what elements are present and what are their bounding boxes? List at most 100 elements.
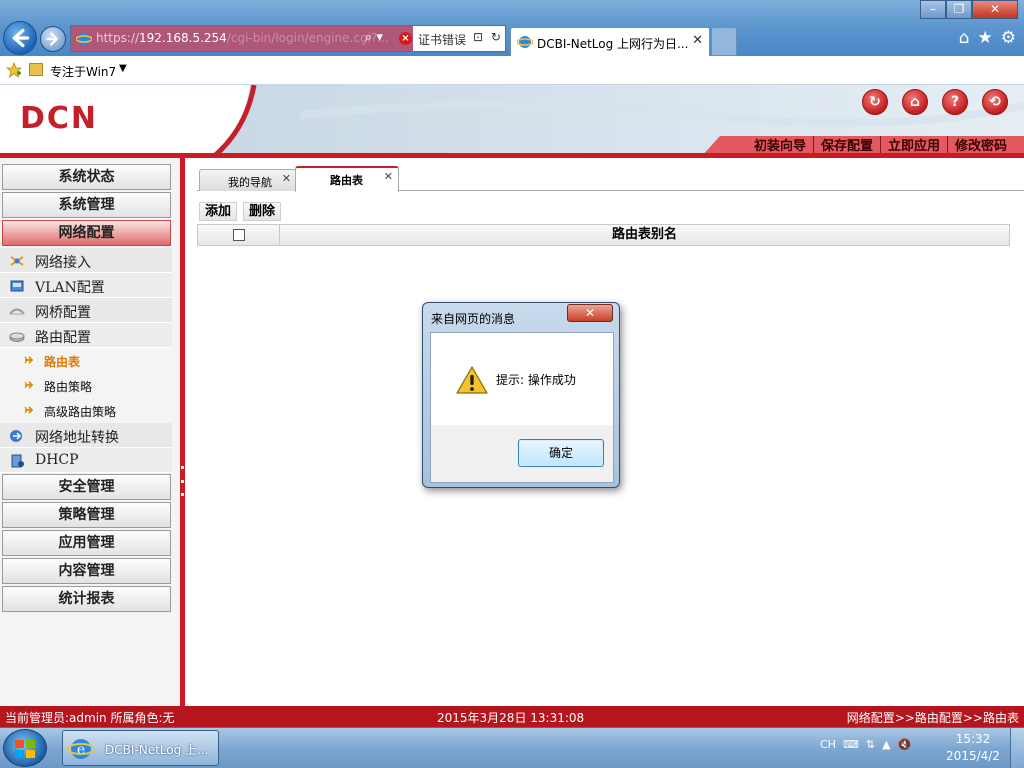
minimize-button[interactable]: – (920, 0, 946, 19)
dialog-message-area: 提示: 操作成功 (431, 333, 613, 425)
maximize-button[interactable]: ❐ (946, 0, 972, 19)
sidebar-security-management[interactable]: 安全管理 (2, 474, 171, 500)
vlan-icon (10, 280, 24, 292)
sidebar-leaf-route-policy[interactable]: 路由策略 (0, 373, 172, 398)
sidebar-item-nat[interactable]: 网络地址转换 (0, 423, 172, 448)
sidebar-item-label: 网络地址转换 (35, 430, 119, 446)
app-header: DCN ↻ ⌂ ? ⟲ 初装向导 保存配置 立即应用 修改密码 (0, 85, 1024, 158)
status-datetime: 2015年3月28日 13:31:08 (437, 711, 585, 725)
favorites-star-icon[interactable]: ★ (978, 28, 993, 48)
sidebar-item-routing[interactable]: 路由配置 (0, 323, 172, 348)
table-toolbar: 添加 删除 (199, 202, 282, 221)
delete-button[interactable]: 删除 (243, 202, 282, 221)
message-dialog: 来自网页的消息 ✕ 提示: 操作成功 确定 (422, 302, 620, 488)
forward-button[interactable] (40, 26, 66, 52)
windows-logo-icon (15, 740, 35, 758)
select-all-cell (198, 225, 280, 245)
show-hidden-icons-icon[interactable]: ▲ (882, 738, 890, 751)
ok-button[interactable]: 确定 (518, 439, 604, 467)
sidebar-leaf-label: 路由策略 (44, 380, 93, 394)
close-icon[interactable]: ✕ (384, 170, 393, 183)
help-icon[interactable]: ? (942, 89, 968, 115)
clock[interactable]: 15:32 2015/4/2 (938, 731, 1008, 765)
window-controls: – ❐ ✕ (920, 0, 1018, 19)
arrow-right-icon (24, 406, 34, 414)
router-icon (9, 332, 25, 342)
arrow-right-icon (46, 32, 58, 46)
logout-icon[interactable]: ⟲ (982, 89, 1008, 115)
url-host: 192.168.5.254 (139, 31, 227, 45)
breadcrumb: 网络配置>>路由配置>>路由表 (846, 711, 1019, 725)
browser-right-icons: ⌂ ★ ⚙ (959, 28, 1016, 48)
start-button[interactable] (3, 729, 47, 767)
sidebar-item-dhcp[interactable]: DHCP (0, 448, 172, 473)
favorites-item[interactable]: 专注于Win7 (50, 63, 116, 80)
browser-tab-title: DCBI-NetLog 上网行为日... (537, 37, 689, 51)
sidebar-item-label: 路由配置 (35, 330, 91, 346)
route-table-header: 路由表别名 (197, 224, 1010, 246)
system-tray: CH ⌨ ⇅ ▲ 🔇 (820, 738, 911, 751)
dialog-body: 提示: 操作成功 确定 (430, 332, 614, 483)
home-icon[interactable]: ⌂ (959, 28, 970, 48)
folder-icon (29, 63, 43, 76)
show-desktop-button[interactable] (1010, 728, 1024, 768)
bridge-icon (9, 308, 25, 315)
ie-page-icon: e (68, 739, 94, 759)
sidebar-system-status[interactable]: 系统状态 (2, 164, 171, 190)
sidebar-item-network-access[interactable]: 网络接入 (0, 248, 172, 273)
refresh-icon[interactable]: ↻ (862, 89, 888, 115)
new-tab-button[interactable] (711, 27, 737, 56)
gear-icon[interactable]: ⚙ (1001, 28, 1016, 48)
tab-route-table[interactable]: 路由表 ✕ (295, 166, 399, 192)
sidebar-leaf-advanced-route-policy[interactable]: 高级路由策略 (0, 398, 172, 423)
close-icon[interactable]: ✕ (282, 172, 291, 185)
address-bar[interactable]: https://192.168.5.254/cgi-bin/login/engi… (70, 25, 506, 52)
volume-muted-icon[interactable]: 🔇 (898, 738, 912, 751)
tab-my-navigation[interactable]: 我的导航 ✕ (199, 169, 297, 191)
network-icon[interactable]: ⇅ (866, 738, 875, 751)
search-icon[interactable]: ⌕ ▾ (365, 30, 391, 48)
sidebar-content-management[interactable]: 内容管理 (2, 558, 171, 584)
sidebar-policy-management[interactable]: 策略管理 (2, 502, 171, 528)
dcn-logo: DCN (20, 101, 99, 136)
splitter-handle[interactable] (181, 466, 184, 496)
add-button[interactable]: 添加 (199, 202, 238, 221)
tab-label: 我的导航 (228, 176, 272, 189)
taskbar-ie-window[interactable]: e DCBI-NetLog 上... (62, 730, 219, 766)
cert-error-icon[interactable]: × (399, 32, 412, 45)
admin-info: 当前管理员:admin 所属角色:无 (5, 711, 175, 725)
add-favorite-icon[interactable] (6, 62, 22, 78)
cert-error-label[interactable]: 证书错误 (418, 31, 466, 48)
warning-icon (456, 366, 488, 394)
sidebar-leaf-route-table[interactable]: 路由表 (0, 348, 172, 373)
browser-tab[interactable]: DCBI-NetLog 上网行为日... ✕ (510, 27, 710, 56)
input-language[interactable]: CH (820, 738, 836, 751)
column-header-route-alias[interactable]: 路由表别名 (280, 225, 1009, 245)
dialog-message: 提示: 操作成功 (496, 373, 576, 387)
sidebar-statistics-reports[interactable]: 统计报表 (2, 586, 171, 612)
dialog-title: 来自网页的消息 (431, 312, 516, 326)
sidebar-network-config[interactable]: 网络配置 (2, 220, 171, 246)
close-icon[interactable]: ✕ (692, 33, 703, 48)
sidebar-item-label: DHCP (35, 452, 79, 468)
sidebar-leaf-label: 高级路由策略 (44, 405, 117, 419)
sidebar-system-management[interactable]: 系统管理 (2, 192, 171, 218)
window-close-button[interactable]: ✕ (972, 0, 1018, 19)
chevron-down-icon[interactable]: ▼ (119, 63, 127, 74)
sidebar-item-vlan[interactable]: VLAN配置 (0, 273, 172, 298)
sidebar-item-bridge[interactable]: 网桥配置 (0, 298, 172, 323)
keyboard-icon[interactable]: ⌨ (843, 738, 859, 751)
clock-date: 2015/4/2 (946, 749, 1000, 763)
taskbar: e DCBI-NetLog 上... CH ⌨ ⇅ ▲ 🔇 15:32 2015… (0, 727, 1024, 768)
refresh-icon[interactable]: ⊡ ↻ (473, 30, 503, 44)
dialog-close-button[interactable]: ✕ (567, 304, 613, 322)
back-button[interactable] (3, 21, 37, 55)
ie-page-icon (517, 36, 533, 48)
sidebar-item-label: VLAN配置 (35, 280, 105, 296)
select-all-checkbox[interactable] (233, 229, 245, 241)
home-icon[interactable]: ⌂ (902, 89, 928, 115)
sidebar-application-management[interactable]: 应用管理 (2, 530, 171, 556)
tab-label: 路由表 (330, 174, 363, 187)
sidebar: 系统状态 系统管理 网络配置 网络接入 VLAN配置 网桥配置 路由配置 路由表 (0, 158, 180, 706)
arrow-left-icon (12, 28, 30, 48)
